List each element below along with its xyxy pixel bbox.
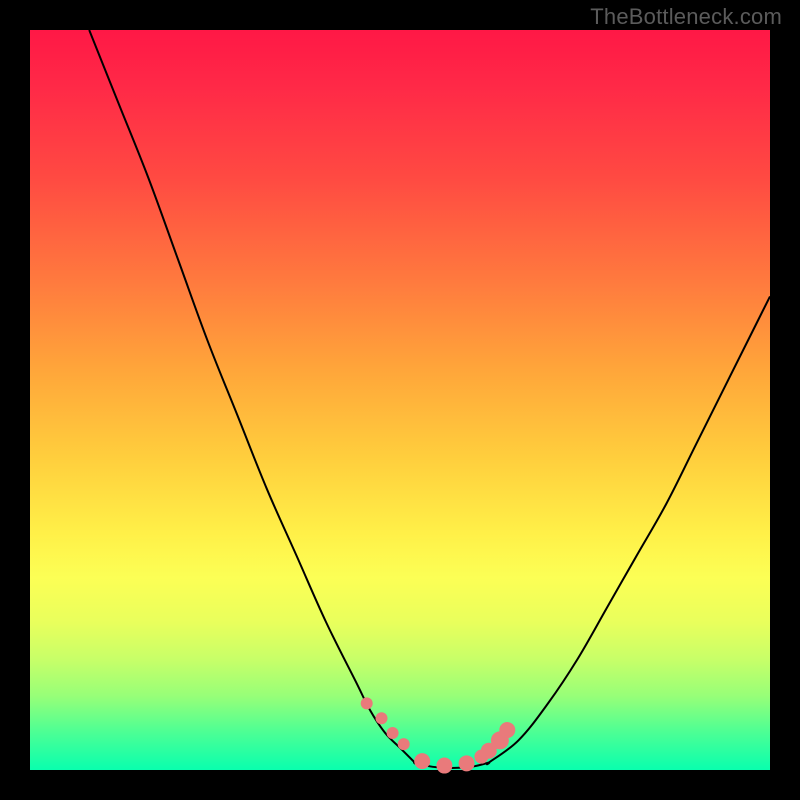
plot-area [30, 30, 770, 770]
curve-marker [499, 722, 515, 738]
chart-svg [30, 30, 770, 770]
curve-marker [459, 755, 475, 771]
curve-layer [89, 30, 770, 768]
curve-marker [398, 738, 410, 750]
curve-marker [361, 697, 373, 709]
marker-layer [361, 697, 516, 773]
outer-frame: TheBottleneck.com [0, 0, 800, 800]
curve-marker [376, 712, 388, 724]
curve-marker [387, 727, 399, 739]
attribution-text: TheBottleneck.com [590, 4, 782, 30]
bottleneck-curve [89, 30, 770, 768]
curve-marker [414, 753, 430, 769]
curve-marker [436, 758, 452, 774]
